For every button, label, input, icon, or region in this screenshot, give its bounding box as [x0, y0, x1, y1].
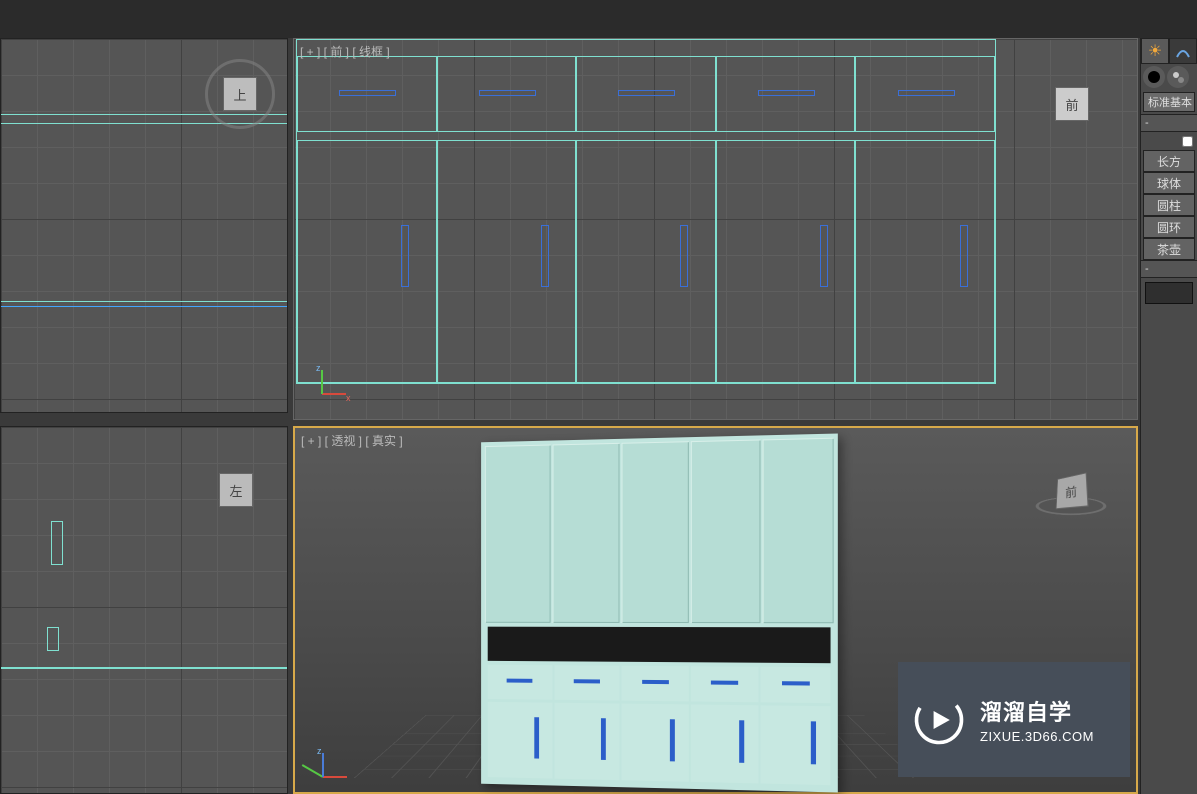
viewcube-front[interactable]: 前	[1037, 69, 1107, 139]
cabinet-lower-doors	[488, 702, 830, 785]
cabinet-drawers	[488, 664, 830, 702]
viewcube-face[interactable]: 前	[1056, 472, 1089, 509]
rendered-cabinet[interactable]	[481, 434, 838, 793]
rollout-header[interactable]: -	[1141, 114, 1197, 132]
link-icon	[1170, 69, 1186, 85]
viewcube-left[interactable]: 左	[201, 455, 271, 525]
axis-label: z	[317, 746, 322, 756]
axis-z	[321, 370, 323, 394]
sphere-button[interactable]: 球体	[1143, 172, 1195, 194]
viewcube-persp[interactable]: 前	[1036, 456, 1106, 526]
play-logo-icon	[912, 693, 966, 747]
viewport-top[interactable]: 上	[0, 38, 288, 413]
cylinder-button[interactable]: 圆柱	[1143, 194, 1195, 216]
viewport-label[interactable]: [ + ] [ 透视 ] [ 真实 ]	[301, 432, 403, 449]
shapes-icon[interactable]	[1167, 66, 1189, 88]
watermark: 溜溜自学 ZIXUE.3D66.COM	[898, 662, 1130, 777]
autogrid-checkbox-row	[1141, 132, 1197, 150]
shelf-main	[297, 140, 995, 383]
wireframe-cabinet[interactable]	[296, 39, 996, 384]
viewport-container: 上 [ + ] [ 前 ] [ 线框 ] 前 z x	[0, 38, 1140, 794]
viewport-perspective[interactable]: [ + ] [ 透视 ] [ 真实 ] 前 z	[293, 426, 1138, 794]
viewcube-top[interactable]: 上	[205, 59, 275, 129]
axis-x	[323, 776, 347, 778]
shelf-top	[297, 56, 995, 132]
cabinet-shelf-gap	[488, 627, 830, 664]
axis-x	[322, 393, 346, 395]
name-color-field[interactable]	[1145, 282, 1193, 304]
wire-line	[1, 301, 287, 307]
panel-category-tabs: ☀	[1141, 38, 1197, 64]
torus-button[interactable]: 圆环	[1143, 216, 1195, 238]
box-button[interactable]: 长方	[1143, 150, 1195, 172]
geometry-icon[interactable]	[1143, 66, 1165, 88]
autogrid-checkbox[interactable]	[1182, 136, 1193, 147]
viewport-label[interactable]: [ + ] [ 前 ] [ 线框 ]	[300, 43, 390, 60]
geometry-type-dropdown[interactable]: 标准基本	[1143, 92, 1195, 112]
cabinet-upper-doors	[481, 434, 838, 628]
teapot-button[interactable]: 茶壶	[1143, 238, 1195, 260]
viewcube-face[interactable]: 前	[1055, 87, 1089, 121]
watermark-title: 溜溜自学	[980, 695, 1094, 727]
axis-gizmo: z x	[316, 365, 352, 401]
arc-icon	[1175, 43, 1191, 59]
viewport-left[interactable]: 左	[0, 426, 288, 794]
rollout-header-2[interactable]: -	[1141, 260, 1197, 278]
axis-label: x	[346, 393, 351, 403]
panel-subcategory	[1141, 64, 1197, 90]
axis-z	[322, 753, 324, 777]
tab-modify[interactable]	[1169, 38, 1197, 64]
sun-icon: ☀	[1148, 41, 1162, 61]
viewcube-face[interactable]: 上	[223, 77, 257, 111]
tab-create[interactable]: ☀	[1141, 38, 1169, 64]
viewport-front[interactable]: [ + ] [ 前 ] [ 线框 ] 前 z x	[293, 38, 1138, 420]
viewcube-face[interactable]: 左	[219, 473, 253, 507]
command-panel: ☀ 标准基本 - 长方 球体 圆柱 圆环 茶壶 -	[1140, 38, 1197, 794]
axis-gizmo: z	[317, 748, 353, 784]
title-bar	[0, 0, 1197, 38]
axis-label: z	[316, 363, 321, 373]
watermark-sub: ZIXUE.3D66.COM	[980, 729, 1094, 744]
